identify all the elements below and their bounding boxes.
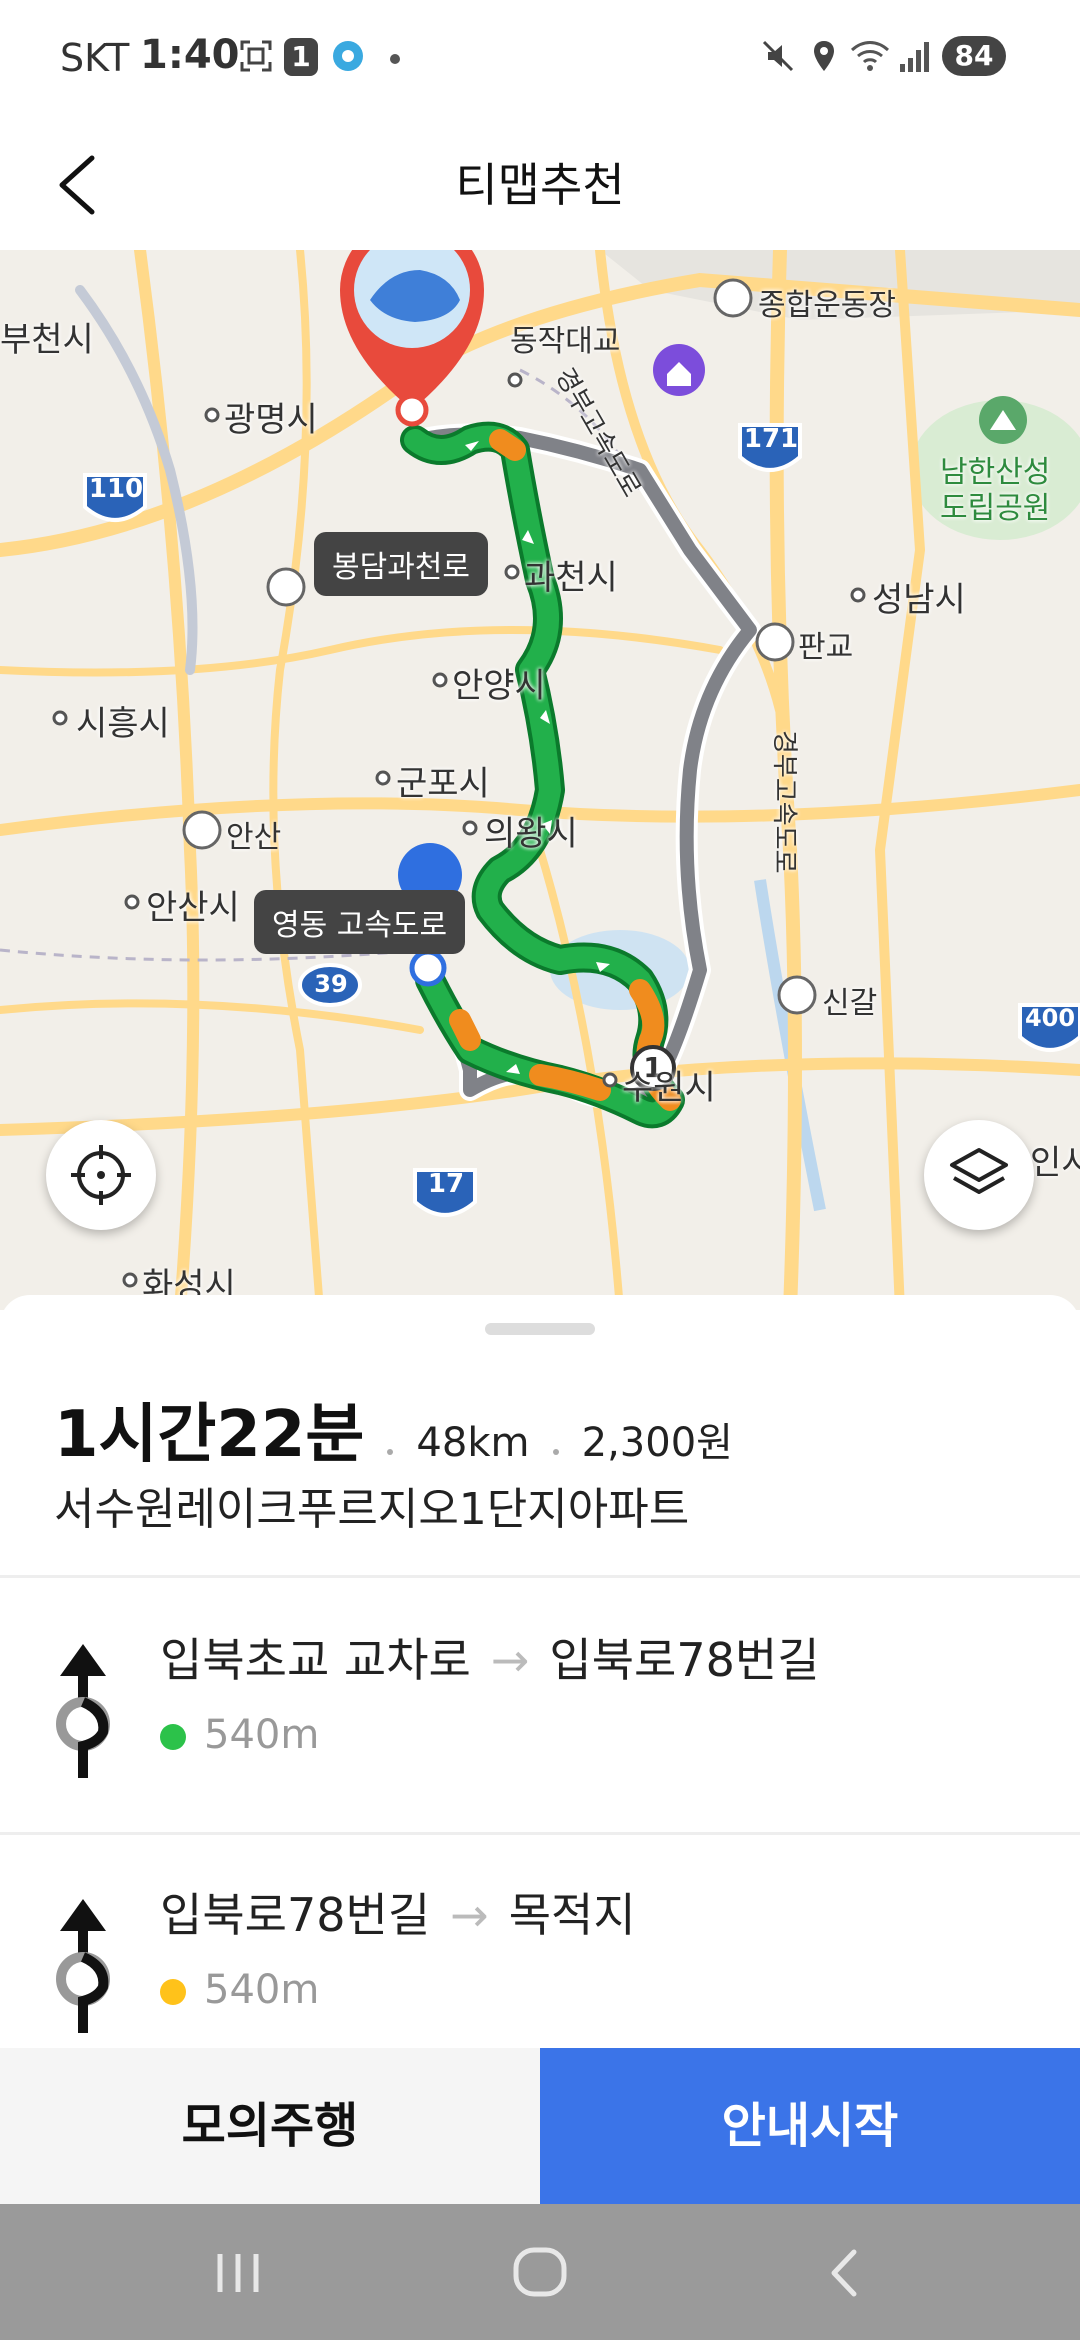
map-label-dongjak-bridge: 동작대교 — [510, 324, 621, 359]
carrier-label: SKT — [60, 36, 130, 80]
arrow-right-icon: → — [490, 1633, 530, 1687]
guidance-step[interactable]: 입북초교 교차로 → 입북로78번길 540m — [0, 1580, 1080, 1830]
highway-shield-17: 17 — [427, 1169, 465, 1199]
route-summary: 1시간22분 48km 2,300원 — [54, 1383, 733, 1475]
map-label-ansan-jc: 안산 — [226, 820, 282, 855]
traffic-dot-green — [160, 1724, 186, 1750]
route-toll: 2,300원 — [581, 1420, 733, 1466]
divider — [0, 1575, 1080, 1578]
map-label-seongnam: 성남시 — [872, 580, 966, 620]
map-label-pangyo: 판교 — [798, 630, 854, 665]
step-from: 입북초교 교차로 — [160, 1633, 471, 1687]
action-bar: 모의주행 안내시작 — [0, 2048, 1080, 2204]
map-label-ansan: 안산시 — [146, 888, 240, 928]
step-instruction: 입북초교 교차로 → 입북로78번길 — [160, 1624, 820, 1690]
map-label-sports-complex: 종합운동장 — [758, 288, 896, 323]
map-label-bucheon: 부천시 — [0, 320, 94, 360]
map-label-gwangmyeong: 광명시 — [224, 400, 318, 440]
separator-dot — [387, 1448, 394, 1455]
map-label-uiwang: 의왕시 — [484, 814, 578, 854]
highway-shield-171: 171 — [743, 424, 799, 454]
map-label-anyang: 안양시 — [452, 666, 546, 706]
road-tag-yeongdong-expressway: 영동 고속도로 — [254, 890, 466, 954]
separator-dot — [552, 1448, 559, 1455]
route-detail-sheet: 1시간22분 48km 2,300원 서수원레이크푸르지오1단지아파트 입북초교… — [0, 1295, 1080, 2055]
road-tag-bongdam-gwacheon: 봉담과천로 — [314, 532, 488, 596]
start-navigation-button[interactable]: 안내시작 — [540, 2048, 1080, 2204]
route-distance: 48km — [416, 1420, 530, 1466]
back-nav-icon[interactable] — [820, 2246, 870, 2300]
more-notifications-dot — [390, 54, 400, 64]
wifi-icon — [850, 41, 890, 71]
highway-shield-400: 400 — [1024, 1004, 1076, 1032]
location-icon — [814, 41, 834, 71]
back-arrow-icon — [59, 155, 95, 215]
step-distance-row: 540m — [160, 1712, 319, 1758]
map-layers-button[interactable] — [924, 1120, 1034, 1230]
map-label-siheung: 시흥시 — [76, 704, 170, 744]
route-map[interactable]: 1 110 171 39 17 400 부천시 광명시 동작대교 종합운동장 남… — [0, 250, 1080, 1310]
map-canvas — [0, 250, 1080, 1310]
notification-badge: 1 — [284, 38, 318, 76]
battery-level: 84 — [942, 36, 1006, 76]
roundabout-straight-icon — [56, 1644, 110, 1778]
step-to: 목적지 — [508, 1888, 636, 1942]
step-to: 입북로78번길 — [549, 1633, 820, 1687]
status-time: 1:40 — [140, 32, 240, 78]
destination-name: 서수원레이크푸르지오1단지아파트 — [54, 1484, 690, 1535]
status-bar: SKT 1:40 1 84 — [0, 0, 1080, 120]
map-label-gyeongbu-expressway-south: 경부고속도로 — [769, 730, 799, 874]
simulate-drive-button[interactable]: 모의주행 — [0, 2048, 540, 2204]
layers-icon — [950, 1148, 1008, 1194]
route-duration: 1시간22분 — [54, 1398, 365, 1472]
map-label-gunpo: 군포시 — [396, 764, 490, 804]
crosshair-icon — [71, 1145, 131, 1205]
page-title: 티맵추천 — [455, 158, 625, 212]
step-distance-row: 540m — [160, 1967, 319, 2013]
map-label-namhansanseong: 남한산성 도립공원 — [940, 455, 1051, 526]
map-label-gwacheon: 과천시 — [524, 558, 618, 598]
map-label-yongin: 인시 — [1030, 1143, 1080, 1183]
highway-shield-39: 39 — [314, 970, 348, 998]
highway-shield-110: 110 — [88, 474, 144, 504]
roundabout-straight-icon — [56, 1899, 110, 2033]
traffic-dot-yellow — [160, 1979, 186, 2005]
current-location-button[interactable] — [46, 1120, 156, 1230]
back-button[interactable] — [40, 140, 130, 230]
sheet-drag-handle[interactable] — [485, 1323, 595, 1335]
step-distance: 540m — [204, 1967, 320, 2013]
step-from: 입북로78번길 — [160, 1888, 431, 1942]
step-distance: 540m — [204, 1712, 320, 1758]
mute-icon — [762, 40, 794, 72]
map-label-suwon: 수원시 — [622, 1068, 716, 1108]
chat-app-icon — [333, 41, 363, 71]
screenshot-icon — [240, 40, 272, 72]
recent-apps-icon[interactable] — [210, 2248, 266, 2298]
system-navigation-bar — [0, 2204, 1080, 2340]
map-label-singal: 신갈 — [822, 986, 878, 1021]
top-app-bar: 티맵추천 — [0, 120, 1080, 250]
signal-icon — [900, 42, 929, 72]
home-icon[interactable] — [510, 2244, 570, 2300]
arrow-right-icon: → — [450, 1888, 489, 1942]
step-instruction: 입북로78번길 → 목적지 — [160, 1879, 636, 1945]
